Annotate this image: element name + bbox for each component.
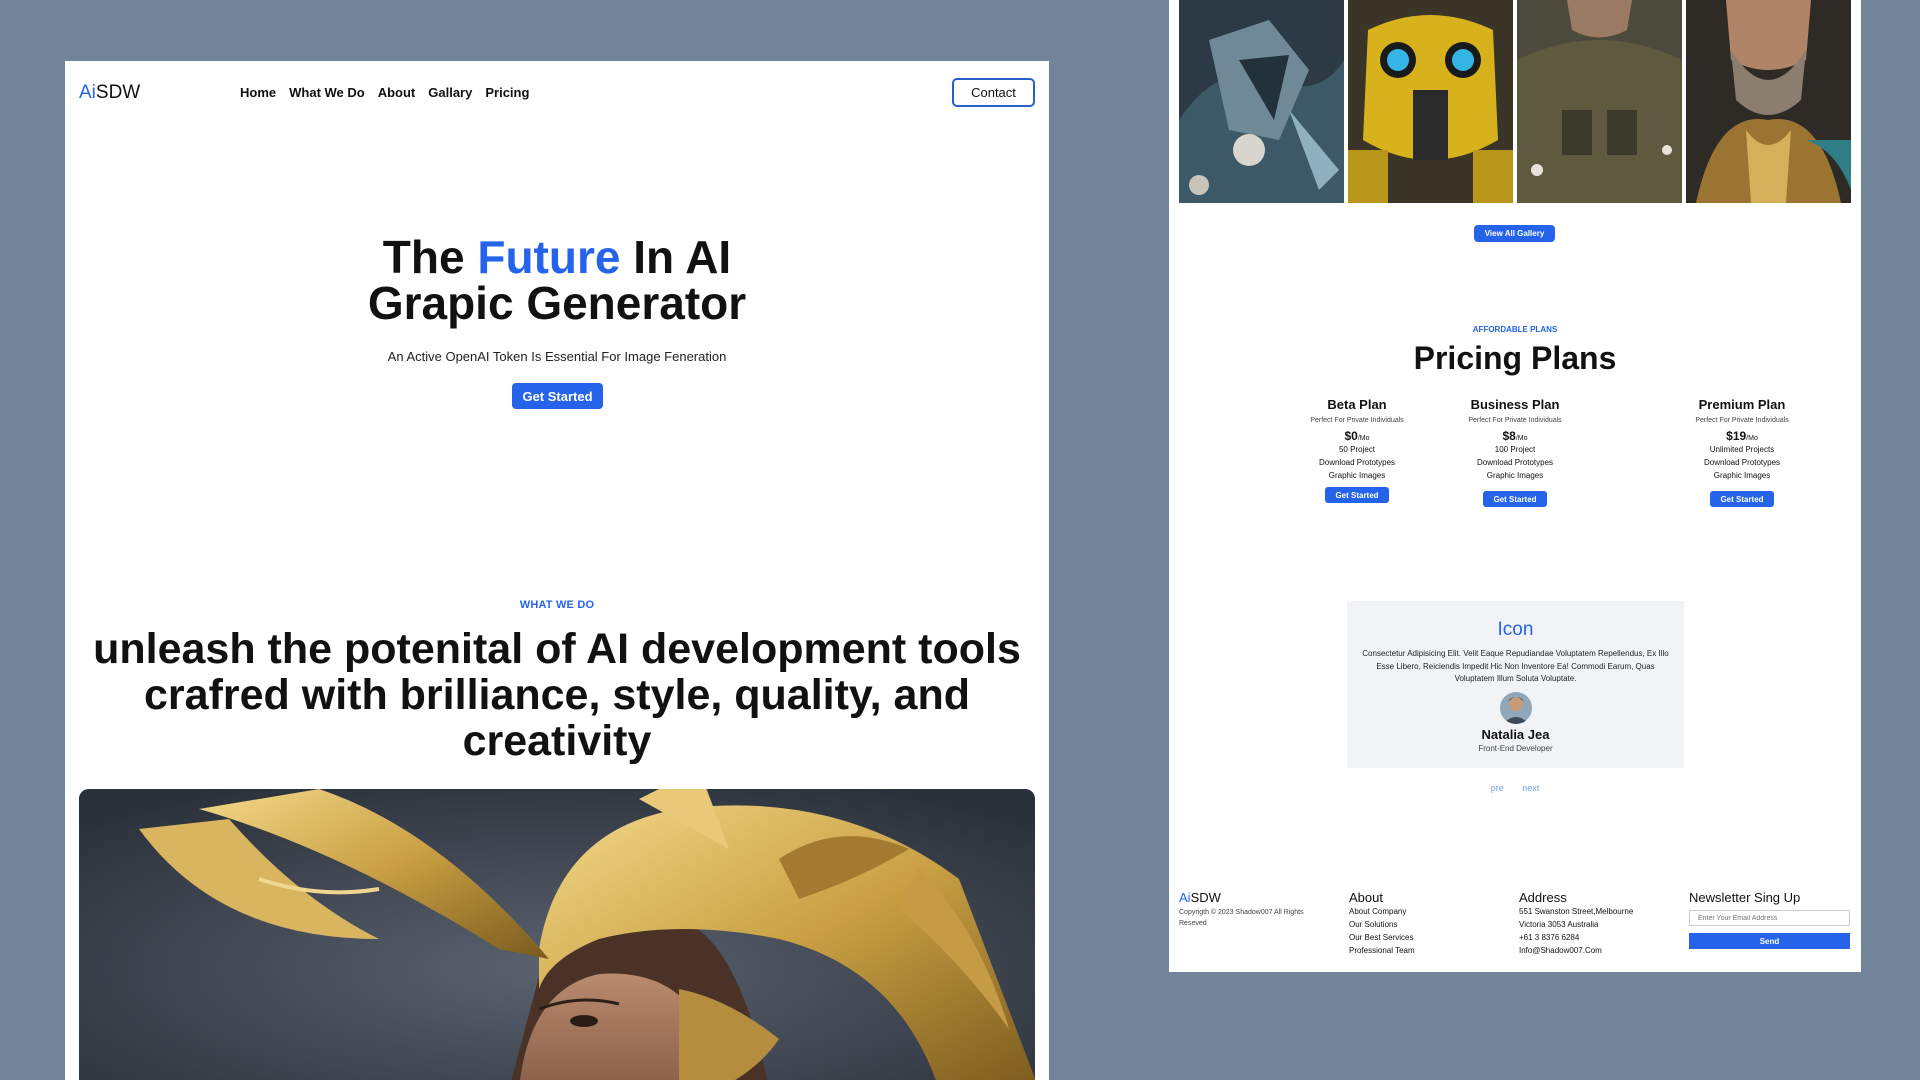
next-link[interactable]: next	[1522, 783, 1539, 793]
soldier-illustration	[1517, 0, 1682, 203]
hero-subtitle: An Active OpenAI Token Is Essential For …	[387, 349, 727, 364]
plan-feature: Graphic Images	[1486, 471, 1544, 480]
plan-feature: Unlimited Projects	[1709, 445, 1775, 454]
newsletter-send-button[interactable]: Send	[1689, 933, 1850, 949]
plan-price-value: $0	[1344, 429, 1358, 443]
address-line: 551 Swanston Street,Melbourne	[1519, 907, 1634, 916]
what-we-do-label: WHAT WE DO	[519, 599, 595, 611]
footer-newsletter: Newsletter Sing Up Send	[1689, 890, 1850, 949]
testimonial-text: Consectetur Adipisicing Elit. Velit Eaqu…	[1362, 649, 1669, 683]
golden-warrior-image	[79, 789, 1035, 1080]
gallery-image-armored-knight[interactable]	[1179, 0, 1344, 203]
pricing-title: Pricing Plans	[1413, 340, 1617, 376]
plan-price-period: /Mo	[1357, 435, 1370, 442]
address-line: Victoria 3053 Australia	[1519, 920, 1599, 929]
hero-title-accent: Future	[477, 231, 621, 283]
plan-price: $19/Mo	[1667, 429, 1817, 443]
plan-price-value: $8	[1502, 429, 1516, 443]
plan-description: Perfect For Private Individuals	[1695, 417, 1789, 424]
nav-about[interactable]: About	[378, 85, 416, 100]
plan-feature: Download Prototypes	[1476, 458, 1554, 467]
gallery-strip	[1179, 0, 1851, 203]
avatar	[1499, 691, 1532, 724]
footer-link[interactable]: Our Best Services	[1349, 931, 1415, 944]
hero-title-post: In AI	[620, 231, 732, 283]
hero-title-pre: The	[382, 231, 478, 283]
footer-link[interactable]: About Company	[1349, 905, 1415, 918]
plan-get-started-button[interactable]: Get Started	[1710, 491, 1774, 507]
nav-home[interactable]: Home	[240, 85, 276, 100]
newsletter-email-input[interactable]	[1689, 910, 1850, 926]
plan-price-period: /Mo	[1515, 435, 1528, 442]
plan-get-started-button[interactable]: Get Started	[1325, 487, 1389, 503]
footer-address: Address 551 Swanston Street,Melbourne Vi…	[1519, 890, 1633, 957]
footer-logo[interactable]: AiSDW	[1179, 890, 1319, 905]
get-started-button[interactable]: Get Started	[512, 383, 603, 409]
phone-number: +61 3 8376 6284	[1519, 933, 1580, 942]
footer-about: About About Company Our Solutions Our Be…	[1349, 890, 1415, 957]
plan-feature: Download Prototypes	[1703, 458, 1781, 467]
plan-feature: 100 Project	[1494, 445, 1536, 454]
avatar-icon	[1499, 691, 1532, 724]
hero-title: The Future In AI Grapic Generator	[65, 234, 1049, 326]
logo-ai: Ai	[79, 81, 96, 103]
nav-what-we-do[interactable]: What We Do	[289, 85, 365, 100]
logo-sdw: SDW	[95, 81, 141, 103]
contact-button[interactable]: Contact	[952, 78, 1035, 107]
testimonial-role: Front-End Developer	[1478, 743, 1553, 753]
plan-price: $8/Mo	[1440, 429, 1590, 443]
plan-price-period: /Mo	[1746, 435, 1758, 442]
pricing-label: AFFORDABLE PLANS	[1472, 325, 1558, 334]
footer-link[interactable]: Professional Team	[1349, 944, 1415, 957]
footer-address-heading: Address	[1519, 890, 1567, 905]
what-we-do-title: unleash the potenital of AI development …	[93, 625, 1021, 765]
navbar: AiSDW Home What We Do About Gallary Pric…	[79, 76, 1035, 109]
yellow-robot-illustration	[1348, 0, 1513, 203]
plan-price: $0/Mo	[1282, 429, 1432, 443]
plan-name: Beta Plan	[1327, 397, 1387, 412]
bearded-king-illustration	[1686, 0, 1851, 203]
plan-feature: Graphic Images	[1713, 471, 1771, 480]
footer-about-heading: About	[1349, 890, 1383, 905]
plan-card-premium: Premium Plan Perfect For Private Individ…	[1667, 397, 1817, 507]
nav-pricing[interactable]: Pricing	[485, 85, 529, 100]
plan-card-beta: Beta Plan Perfect For Private Individual…	[1282, 397, 1432, 503]
plan-name: Premium Plan	[1698, 397, 1786, 412]
footer-brand: AiSDW Copyrigth © 2023 Shadow007 All Rig…	[1179, 890, 1319, 929]
gallery-image-soldier[interactable]	[1517, 0, 1682, 203]
landing-page-bottom: View All Gallery AFFORDABLE PLANS Pricin…	[1169, 0, 1861, 972]
footer-logo-ai: Ai	[1179, 890, 1191, 905]
plan-get-started-button[interactable]: Get Started	[1483, 491, 1547, 507]
logo[interactable]: AiSDW	[79, 82, 140, 104]
plan-name: Business Plan	[1470, 397, 1560, 412]
plan-price-value: $19	[1726, 429, 1747, 443]
testimonial-card: Icon Consectetur Adipisicing Elit. Velit…	[1347, 601, 1684, 768]
newsletter-heading: Newsletter Sing Up	[1689, 890, 1801, 905]
nav-gallery[interactable]: Gallary	[428, 85, 472, 100]
footer-logo-sdw: SDW	[1190, 890, 1221, 905]
testimonial-name: Natalia Jea	[1481, 726, 1550, 742]
plan-description: Perfect For Private Individuals	[1468, 417, 1562, 424]
footer-link[interactable]: Our Solutions	[1349, 918, 1415, 931]
gallery-image-yellow-robot[interactable]	[1348, 0, 1513, 203]
plan-feature: Graphic Images	[1328, 471, 1386, 480]
golden-warrior-illustration	[79, 789, 1035, 1080]
testimonial-pager: pre next	[1169, 783, 1861, 793]
copyright-text: Copyrigth © 2023 Shadow007 All Rights Re…	[1179, 909, 1304, 927]
nav-links: Home What We Do About Gallary Pricing	[240, 76, 529, 109]
hero-title-line2: Grapic Generator	[367, 277, 747, 329]
email-address[interactable]: Info@Shadow007.Com	[1519, 944, 1633, 957]
plan-card-business: Business Plan Perfect For Private Indivi…	[1440, 397, 1590, 507]
view-all-gallery-button[interactable]: View All Gallery	[1474, 225, 1555, 242]
prev-link[interactable]: pre	[1491, 783, 1504, 793]
testimonial-title: Icon	[1497, 619, 1534, 640]
plan-description: Perfect For Private Individuals	[1310, 417, 1404, 424]
plan-feature: Download Prototypes	[1318, 458, 1396, 467]
plan-feature: 50 Project	[1338, 445, 1376, 454]
footer: AiSDW Copyrigth © 2023 Shadow007 All Rig…	[1179, 890, 1851, 960]
armored-knight-illustration	[1179, 0, 1344, 203]
landing-page-top: AiSDW Home What We Do About Gallary Pric…	[65, 61, 1049, 1080]
gallery-image-bearded-king[interactable]	[1686, 0, 1851, 203]
